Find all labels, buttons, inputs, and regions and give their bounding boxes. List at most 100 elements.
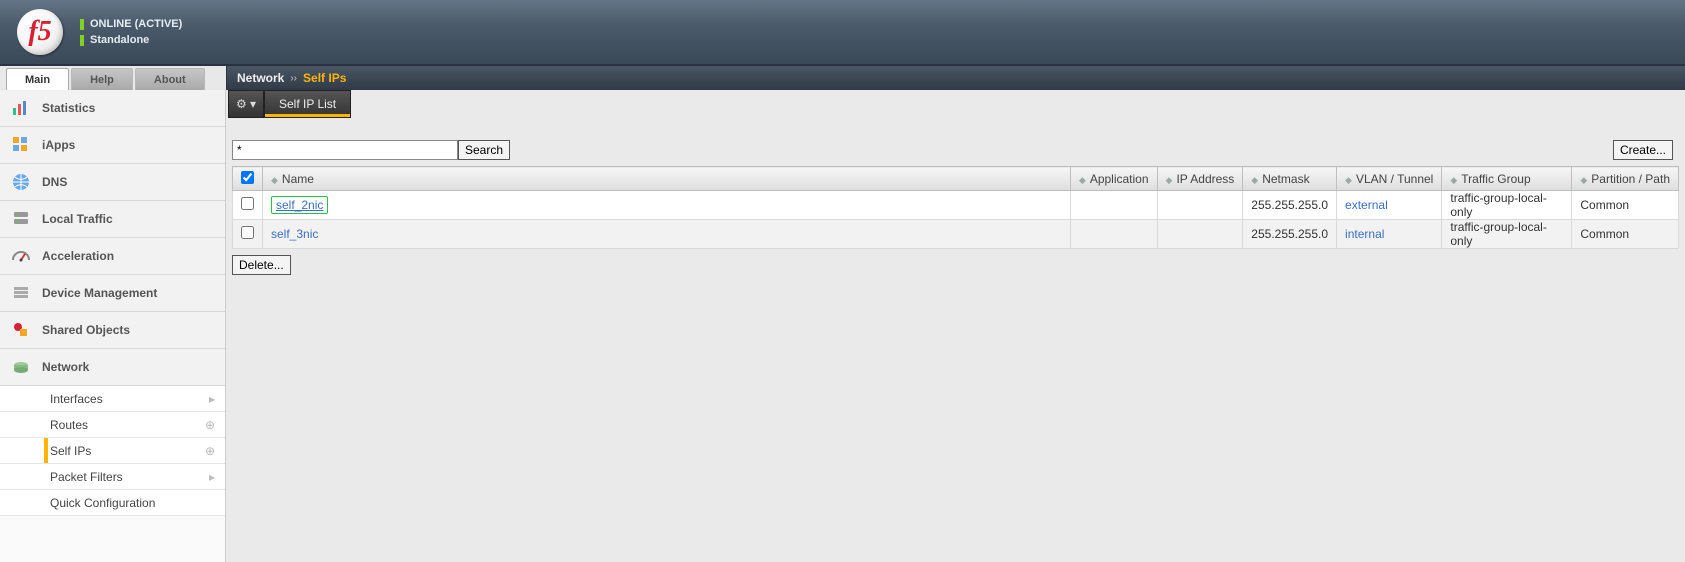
module-tabs: ⚙ ▾ Self IP List bbox=[226, 90, 1685, 120]
sidebar-item-label: iApps bbox=[42, 138, 75, 152]
status-pip-icon bbox=[80, 35, 84, 46]
gauge-icon bbox=[10, 245, 32, 267]
col-traffic-group[interactable]: ◆ Traffic Group bbox=[1442, 167, 1572, 191]
row-netmask: 255.255.255.0 bbox=[1243, 191, 1337, 220]
row-partition: Common bbox=[1572, 191, 1679, 220]
sidebar-item-iapps[interactable]: iApps bbox=[0, 127, 225, 164]
toolbar: Search Create... bbox=[226, 120, 1685, 164]
row-name-cell: self_2nic bbox=[263, 191, 1071, 220]
f5-logo-icon: f5 bbox=[17, 9, 63, 55]
subnav-quick-configuration[interactable]: Quick Configuration bbox=[0, 490, 225, 516]
sidebar-subnav-network: Interfaces ▸ Routes ⊕ Self IPs ⊕ Packet … bbox=[0, 386, 225, 516]
col-check-all[interactable] bbox=[233, 167, 263, 191]
breadcrumb-page: Self IPs bbox=[303, 71, 346, 85]
sidebar-item-dns[interactable]: DNS bbox=[0, 164, 225, 201]
row-netmask: 255.255.255.0 bbox=[1243, 220, 1337, 249]
search-button[interactable]: Search bbox=[458, 140, 510, 160]
subnav-label: Interfaces bbox=[50, 392, 103, 406]
plus-icon[interactable]: ⊕ bbox=[205, 418, 215, 432]
row-name-cell: self_3nic bbox=[263, 220, 1071, 249]
row-vlan: external bbox=[1337, 191, 1442, 220]
table-row: self_2nic 255.255.255.0 external traffic… bbox=[233, 191, 1679, 220]
subnav-label: Packet Filters bbox=[50, 470, 123, 484]
server-icon bbox=[10, 208, 32, 230]
row-partition: Common bbox=[1572, 220, 1679, 249]
app-header: f5 ONLINE (ACTIVE) Standalone bbox=[0, 0, 1685, 66]
globe-icon bbox=[10, 171, 32, 193]
sidebar-item-shared-objects[interactable]: Shared Objects bbox=[0, 312, 225, 349]
col-vlan[interactable]: ◆VLAN / Tunnel bbox=[1337, 167, 1442, 191]
row-check[interactable] bbox=[241, 197, 254, 210]
breadcrumb-separator-icon: ›› bbox=[290, 73, 297, 84]
col-label: IP Address bbox=[1176, 172, 1234, 186]
row-vlan-link[interactable]: external bbox=[1345, 198, 1388, 212]
col-ip-address[interactable]: ◆IP Address bbox=[1157, 167, 1243, 191]
sort-icon: ◆ bbox=[271, 175, 278, 185]
nav-row: Main Help About Network ›› Self IPs bbox=[0, 66, 1685, 90]
status-mode: Standalone bbox=[90, 32, 149, 48]
row-check[interactable] bbox=[241, 226, 254, 239]
col-label: Application bbox=[1090, 172, 1149, 186]
sort-icon: ◆ bbox=[1450, 175, 1457, 185]
subnav-routes[interactable]: Routes ⊕ bbox=[0, 412, 225, 438]
sidebar-item-label: Statistics bbox=[42, 101, 95, 115]
body: Statistics iApps DNS Local Traffic Accel bbox=[0, 90, 1685, 562]
subnav-label: Routes bbox=[50, 418, 88, 432]
tab-help[interactable]: Help bbox=[71, 68, 133, 90]
subnav-label: Self IPs bbox=[50, 444, 91, 458]
col-label: Traffic Group bbox=[1461, 172, 1530, 186]
breadcrumb-section: Network bbox=[237, 71, 284, 85]
plus-icon[interactable]: ⊕ bbox=[205, 444, 215, 458]
sort-icon: ◆ bbox=[1251, 175, 1258, 185]
row-ip-address bbox=[1157, 220, 1243, 249]
tab-about[interactable]: About bbox=[135, 68, 205, 90]
gear-icon: ⚙ ▾ bbox=[236, 97, 256, 111]
chevron-right-icon: ▸ bbox=[209, 470, 215, 484]
sidebar-item-statistics[interactable]: Statistics bbox=[0, 90, 225, 127]
grid-icon bbox=[10, 134, 32, 156]
sidebar-item-device-management[interactable]: Device Management bbox=[0, 275, 225, 312]
subnav-interfaces[interactable]: Interfaces ▸ bbox=[0, 386, 225, 412]
subnav-label: Quick Configuration bbox=[50, 496, 155, 510]
row-name-link[interactable]: self_3nic bbox=[271, 227, 318, 241]
col-netmask[interactable]: ◆ Netmask bbox=[1243, 167, 1337, 191]
sidebar-item-label: Acceleration bbox=[42, 249, 114, 263]
main-content: ⚙ ▾ Self IP List Search Create... ◆Name … bbox=[226, 90, 1685, 562]
primary-tabs: Main Help About bbox=[0, 66, 226, 90]
row-name-link[interactable]: self_2nic bbox=[271, 196, 328, 214]
chart-icon bbox=[10, 97, 32, 119]
col-name[interactable]: ◆ Name bbox=[263, 167, 1071, 191]
col-application[interactable]: ◆Application bbox=[1070, 167, 1157, 191]
search-input[interactable] bbox=[232, 140, 458, 160]
col-label: Name bbox=[282, 172, 314, 186]
subnav-packet-filters[interactable]: Packet Filters ▸ bbox=[0, 464, 225, 490]
tab-main[interactable]: Main bbox=[6, 68, 69, 90]
chevron-right-icon: ▸ bbox=[209, 392, 215, 406]
stack-icon bbox=[10, 282, 32, 304]
sidebar: Statistics iApps DNS Local Traffic Accel bbox=[0, 90, 226, 562]
module-gear-menu[interactable]: ⚙ ▾ bbox=[228, 90, 264, 118]
network-icon bbox=[10, 356, 32, 378]
subnav-self-ips[interactable]: Self IPs ⊕ bbox=[0, 438, 225, 464]
row-vlan: internal bbox=[1337, 220, 1442, 249]
row-check-cell[interactable] bbox=[233, 220, 263, 249]
delete-button[interactable]: Delete... bbox=[232, 255, 291, 275]
sidebar-item-label: DNS bbox=[42, 175, 67, 189]
col-partition[interactable]: ◆Partition / Path bbox=[1572, 167, 1679, 191]
create-button[interactable]: Create... bbox=[1613, 140, 1673, 160]
row-check-cell[interactable] bbox=[233, 191, 263, 220]
table-row: self_3nic 255.255.255.0 internal traffic… bbox=[233, 220, 1679, 249]
sidebar-item-local-traffic[interactable]: Local Traffic bbox=[0, 201, 225, 238]
status-online: ONLINE (ACTIVE) bbox=[90, 16, 182, 32]
row-application bbox=[1070, 191, 1157, 220]
table-actions: Delete... bbox=[226, 249, 1685, 281]
col-label: VLAN / Tunnel bbox=[1356, 172, 1433, 186]
check-all[interactable] bbox=[241, 171, 254, 184]
module-tab-self-ip-list[interactable]: Self IP List bbox=[264, 90, 351, 118]
row-vlan-link[interactable]: internal bbox=[1345, 227, 1384, 241]
sidebar-item-acceleration[interactable]: Acceleration bbox=[0, 238, 225, 275]
col-label: Netmask bbox=[1262, 172, 1309, 186]
table-body: self_2nic 255.255.255.0 external traffic… bbox=[233, 191, 1679, 249]
self-ip-table: ◆Name ◆Application ◆IP Address ◆Netmask … bbox=[232, 166, 1679, 249]
sidebar-item-network[interactable]: Network bbox=[0, 349, 225, 386]
